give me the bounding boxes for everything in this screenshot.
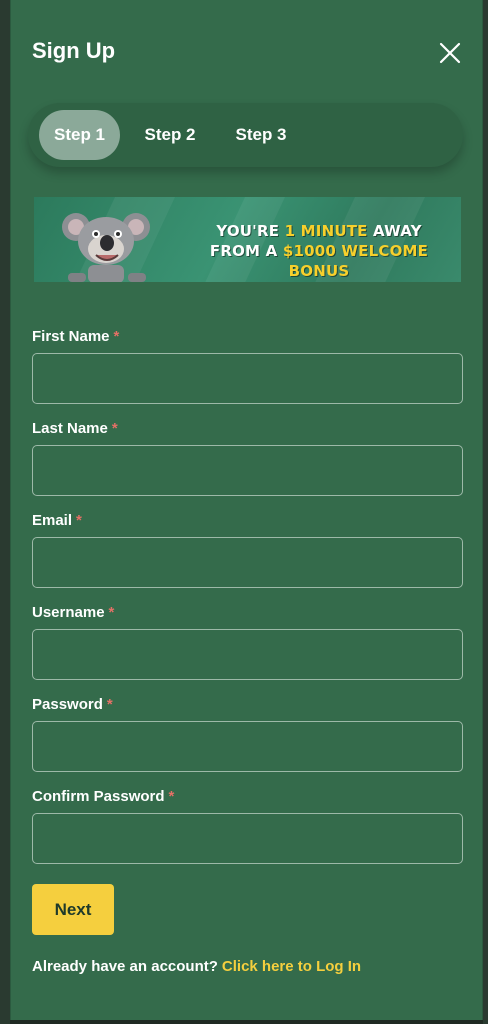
first-name-label: First Name * [32,328,119,345]
banner-line2-part1: FROM A [209,242,283,260]
confirm-password-input[interactable] [32,813,463,864]
tab-step-2[interactable]: Step 2 [129,110,211,160]
required-marker: * [113,328,120,345]
username-label-text: Username [32,604,105,621]
required-marker: * [76,512,82,529]
password-input[interactable] [32,721,463,772]
password-label: Password * [32,696,113,713]
close-button[interactable] [435,38,465,68]
confirm-password-label: Confirm Password * [32,788,174,805]
required-marker: * [168,788,175,805]
email-label: Email * [32,512,82,529]
login-link[interactable]: Click here to Log In [222,958,361,975]
login-prompt: Already have an account? Click here to Lo… [32,958,361,975]
tab-step-1[interactable]: Step 1 [39,110,120,160]
welcome-bonus-banner[interactable]: YOU'RE 1 MINUTE AWAY FROM A $1000 WELCOM… [34,197,461,282]
backdrop-left [0,0,10,1024]
required-marker: * [106,696,113,713]
banner-line1-part2: AWAY [367,222,422,240]
required-marker: * [108,604,115,621]
email-label-text: Email [32,512,73,529]
last-name-label: Last Name * [32,420,118,437]
banner-line2-highlight: $1000 WELCOME BONUS [282,242,429,280]
banner-line1-part1: YOU'RE [216,222,285,240]
username-input[interactable] [32,629,463,680]
tab-step-3[interactable]: Step 3 [220,110,302,160]
banner-line1-highlight: 1 MINUTE [284,222,368,240]
modal-title: Sign Up [32,38,116,63]
password-label-text: Password [32,696,103,713]
first-name-label-text: First Name [32,328,110,345]
backdrop-right [483,0,488,1024]
close-icon [439,42,461,64]
koala-mascot [62,213,150,282]
login-prompt-text: Already have an account? [32,958,218,975]
email-input[interactable] [32,537,463,588]
last-name-input[interactable] [32,445,463,496]
required-marker: * [111,420,118,437]
banner-headline: YOU'RE 1 MINUTE AWAY FROM A $1000 WELCOM… [184,221,454,281]
username-label: Username * [32,604,114,621]
step-tabs: Step 1 Step 2 Step 3 [28,103,463,167]
confirm-password-label-text: Confirm Password [32,788,165,805]
next-button[interactable]: Next [32,884,114,935]
first-name-input[interactable] [32,353,463,404]
signup-modal: Sign Up Step 1 Step 2 Step 3 YOU'RE 1 MI… [10,0,483,1020]
last-name-label-text: Last Name [32,420,108,437]
